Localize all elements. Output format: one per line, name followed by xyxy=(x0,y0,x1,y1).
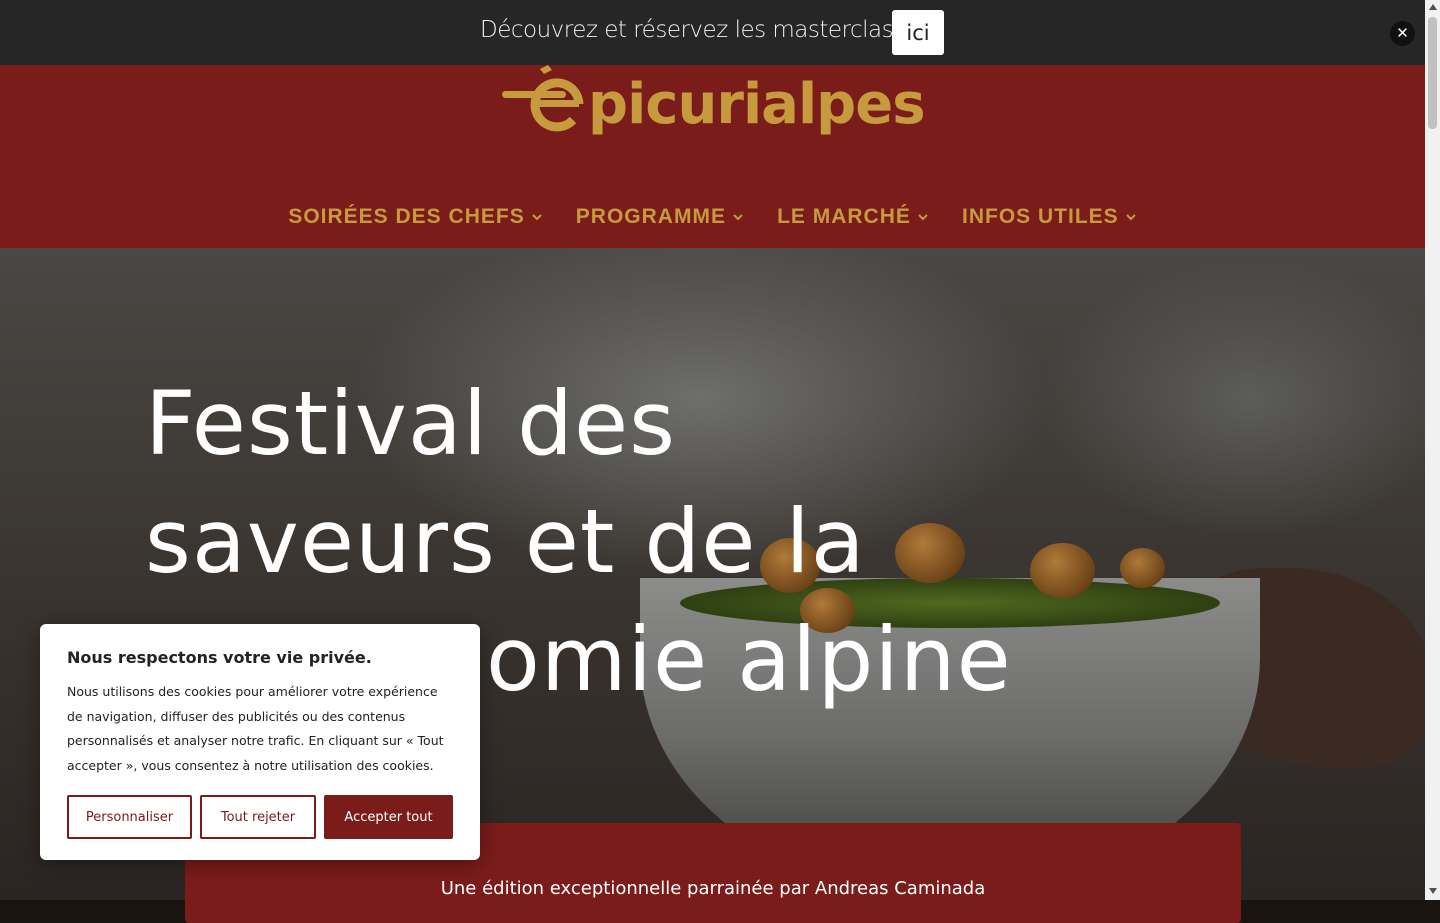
announcement-bar: Découvrez et réservez les masterclass ic… xyxy=(0,0,1425,65)
announcement-text: Découvrez et réservez les masterclass xyxy=(480,17,905,43)
logo-text: picurialpes xyxy=(588,72,925,137)
chevron-down-icon xyxy=(733,214,743,221)
nav-label: LE MARCHÉ xyxy=(777,205,911,228)
scrollbar-thumb[interactable] xyxy=(1428,17,1437,129)
reject-all-button[interactable]: Tout rejeter xyxy=(200,795,316,839)
nav-label: PROGRAMME xyxy=(575,205,726,228)
accept-all-button[interactable]: Accepter tout xyxy=(324,795,453,839)
site-header: picurialpes SOIRÉES DES CHEFS PROGRAMME … xyxy=(0,65,1425,248)
scroll-up-icon[interactable] xyxy=(1429,4,1437,10)
cookie-title: Nous respectons votre vie privée. xyxy=(67,648,372,667)
cookie-body: Nous utilisons des cookies pour améliore… xyxy=(67,684,444,773)
page-scrollbar[interactable] xyxy=(1425,0,1440,900)
nav-item-le-marche[interactable]: LE MARCHÉ xyxy=(777,205,929,229)
customize-button[interactable]: Personnaliser xyxy=(67,795,192,839)
edition-text: Une édition exceptionnelle parrainée par… xyxy=(440,878,986,899)
dish-bite xyxy=(1120,548,1165,588)
close-icon[interactable]: ✕ xyxy=(1390,21,1415,46)
nav-item-programme[interactable]: PROGRAMME xyxy=(576,205,744,229)
cookie-consent-dialog: Nous respectons votre vie privée. Nous u… xyxy=(40,624,480,860)
site-logo[interactable]: picurialpes xyxy=(500,65,930,145)
chevron-down-icon xyxy=(1125,214,1136,221)
nav-label: SOIRÉES DES CHEFS xyxy=(288,205,525,228)
nav-label: INFOS UTILES xyxy=(962,205,1119,228)
nav-item-infos-utiles[interactable]: INFOS UTILES xyxy=(962,205,1137,229)
chevron-down-icon xyxy=(531,214,542,221)
main-nav: SOIRÉES DES CHEFS PROGRAMME LE MARCHÉ IN… xyxy=(0,205,1425,229)
scroll-down-icon[interactable] xyxy=(1429,888,1437,894)
e-with-spoon-logo-icon xyxy=(502,65,584,132)
masterclass-link-button[interactable]: ici xyxy=(892,10,944,55)
chevron-down-icon xyxy=(918,214,928,221)
nav-item-soirees-des-chefs[interactable]: SOIRÉES DES CHEFS xyxy=(288,205,542,229)
